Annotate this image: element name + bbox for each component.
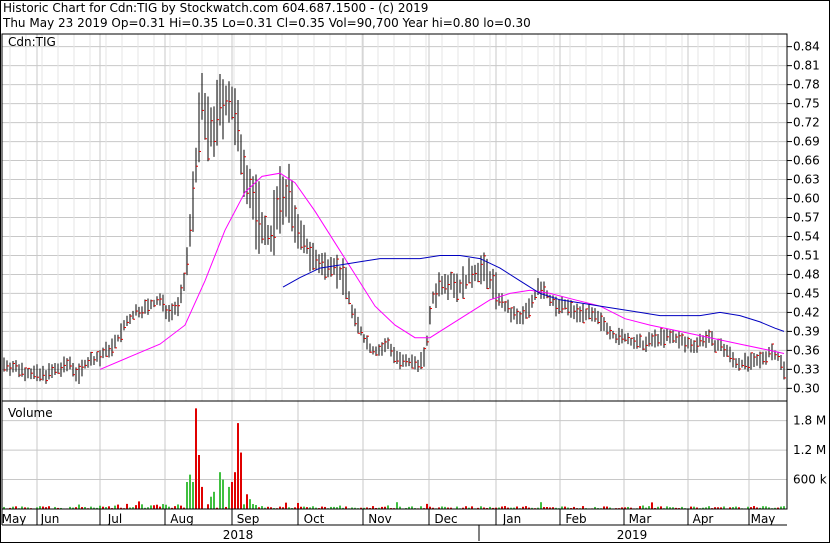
price-tick-label: 0.57 [793, 211, 820, 225]
volume-bar [153, 505, 155, 509]
price-tick-label: 0.75 [793, 97, 820, 111]
volume-bar [210, 496, 212, 509]
price-bars [3, 72, 786, 384]
volume-bar [252, 504, 254, 509]
volume-bar [201, 486, 203, 509]
volume-panel-border [1, 400, 788, 510]
month-label: Feb [565, 512, 586, 526]
volume-bar [207, 504, 209, 509]
volume-bar [126, 503, 128, 509]
month-label: Jan [502, 512, 522, 526]
month-label: Jul [107, 512, 122, 526]
price-tick-label: 0.54 [793, 229, 820, 243]
price-panel-label: Cdn:TIG [8, 35, 56, 49]
volume-panel-label: Volume [8, 406, 53, 420]
volume-tick-label: 1.2 M [793, 443, 826, 457]
volume-bar [219, 472, 221, 509]
month-label: Aug [170, 512, 193, 526]
volume-bar [642, 505, 644, 509]
volume-bar [162, 504, 164, 509]
volume-tick-label: 1.8 M [793, 414, 826, 428]
month-label: Dec [434, 512, 457, 526]
volume-bar [396, 502, 398, 509]
volume-bar [117, 504, 119, 509]
volume-bar [240, 452, 242, 509]
outer-border [0, 0, 830, 543]
volume-bar [651, 502, 653, 509]
price-tick-label: 0.72 [793, 116, 820, 130]
price-grid [1, 34, 787, 401]
volume-bar [156, 504, 158, 509]
price-tick-label: 0.42 [793, 305, 820, 319]
price-tick-label: 0.36 [793, 343, 820, 357]
volume-bar [114, 505, 116, 509]
volume-bar [180, 505, 182, 509]
volume-bar [198, 455, 200, 509]
price-tick-label: 0.48 [793, 267, 820, 281]
volume-bar [165, 504, 167, 509]
volume-bar [135, 505, 137, 509]
volume-bar [540, 502, 542, 509]
price-tick-label: 0.84 [793, 40, 820, 54]
volume-bar [339, 505, 341, 509]
year-label: 2019 [617, 528, 648, 542]
volume-bars [3, 408, 785, 510]
price-tick-label: 0.51 [793, 248, 820, 262]
volume-bar [234, 472, 236, 509]
month-label: Mar [629, 512, 652, 526]
stock-chart: 0.84 0.81 0.78 0.75 0.72 0.69 0.66 0.63 0.60 0.57… [0, 0, 830, 543]
volume-grid [1, 401, 787, 509]
volume-bar [243, 504, 245, 509]
volume-bar [78, 504, 80, 509]
volume-bar [195, 408, 197, 509]
volume-bar [141, 504, 143, 509]
price-tick-label: 0.60 [793, 192, 820, 206]
volume-bar [246, 494, 248, 509]
volume-bar [387, 505, 389, 509]
volume-tick-label: 600 k [793, 473, 827, 487]
month-label: Sep [237, 512, 260, 526]
volume-bar [177, 504, 179, 509]
volume-bar [213, 491, 215, 509]
volume-bar [150, 505, 152, 509]
volume-bar [222, 479, 224, 509]
volume-bar [255, 505, 257, 509]
volume-bar [285, 502, 287, 509]
volume-bar [426, 503, 428, 509]
price-tick-label: 0.30 [793, 381, 820, 395]
month-label: Jun [40, 512, 60, 526]
price-tick-label: 0.63 [793, 173, 820, 187]
volume-bar [189, 474, 191, 509]
price-tick-label: 0.69 [793, 135, 820, 149]
volume-bar [192, 482, 194, 509]
year-label: 2018 [223, 528, 254, 542]
month-label: May [751, 512, 776, 526]
price-tick-label: 0.39 [793, 324, 820, 338]
month-label: Oct [304, 512, 325, 526]
month-label: May [2, 512, 27, 526]
volume-bar [138, 501, 140, 509]
axes: 0.84 0.81 0.78 0.75 0.72 0.69 0.66 0.63 0.60 0.57… [0, 0, 830, 543]
volume-bar [237, 423, 239, 509]
price-tick-label: 0.45 [793, 286, 820, 300]
volume-bar [186, 482, 188, 509]
price-tick-label: 0.33 [793, 362, 820, 376]
price-tick-label: 0.81 [793, 59, 820, 73]
price-tick-label: 0.66 [793, 154, 820, 168]
volume-bar [249, 499, 251, 509]
volume-bar [231, 482, 233, 509]
price-tick-label: 0.78 [793, 78, 820, 92]
month-label: Nov [368, 512, 391, 526]
month-label: Apr [693, 512, 714, 526]
volume-bar [297, 502, 299, 509]
volume-bar [228, 486, 230, 509]
